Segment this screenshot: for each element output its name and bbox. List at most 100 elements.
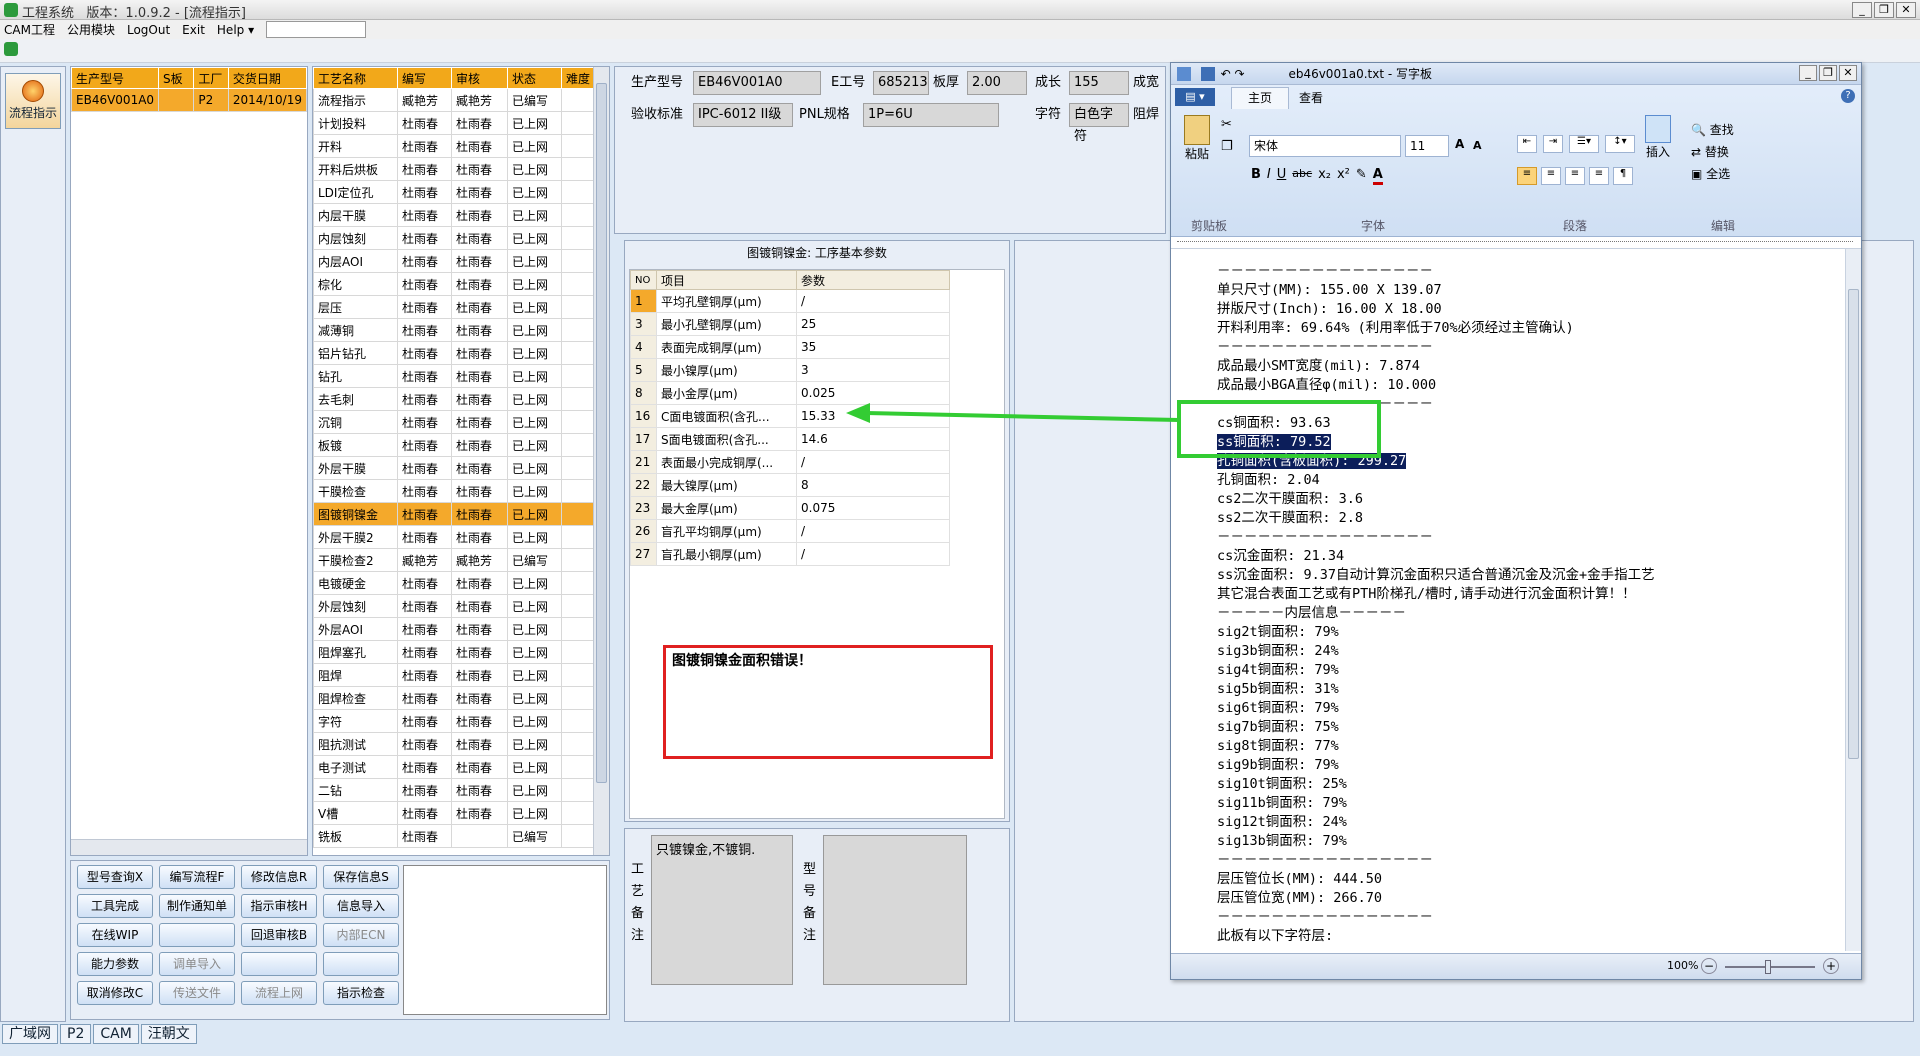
param-row[interactable]: 22 最大镍厚(μm) 8: [630, 473, 950, 497]
menu-logout[interactable]: LogOut: [127, 23, 170, 37]
table-row[interactable]: LDI定位孔 杜雨春 杜雨春 已上网: [313, 180, 595, 204]
subscript-icon[interactable]: x₂: [1318, 167, 1331, 185]
table-row[interactable]: 棕化 杜雨春 杜雨春 已上网: [313, 272, 595, 296]
table-row[interactable]: 减薄铜 杜雨春 杜雨春 已上网: [313, 318, 595, 342]
param-row[interactable]: 23 最大金厚(μm) 0.075: [630, 496, 950, 520]
action-button[interactable]: 指示检查: [323, 981, 399, 1005]
restore-button[interactable]: ❐: [1874, 2, 1894, 18]
font-name-input[interactable]: 宋体: [1249, 135, 1401, 157]
action-button[interactable]: 流程上网: [241, 981, 317, 1005]
param-row[interactable]: 21 表面最小完成铜厚(... /: [630, 450, 950, 474]
col-s[interactable]: S板: [158, 67, 195, 89]
param-row[interactable]: 16 C面电镀面积(含孔... 15.33: [630, 404, 950, 428]
grow-font-icon[interactable]: A: [1455, 137, 1464, 151]
std-field[interactable]: IPC-6012 II级: [693, 103, 793, 127]
table-row[interactable]: 干膜检查2 臧艳芳 臧艳芳 已编写: [313, 548, 595, 572]
table-row[interactable]: 阻抗测试 杜雨春 杜雨春 已上网: [313, 732, 595, 756]
wp-restore-button[interactable]: ❐: [1819, 65, 1837, 81]
action-button[interactable]: [159, 923, 235, 947]
table-row[interactable]: EB46V001A0 P2 2014/10/19: [70, 88, 308, 112]
param-row[interactable]: 8 最小金厚(μm) 0.025: [630, 381, 950, 405]
wp-close-button[interactable]: ✕: [1839, 65, 1857, 81]
find-button[interactable]: 🔍 查找: [1691, 119, 1734, 141]
action-button[interactable]: 能力参数: [77, 952, 153, 976]
action-button[interactable]: 信息导入: [323, 894, 399, 918]
action-button[interactable]: 在线WIP: [77, 923, 153, 947]
table-row[interactable]: 开料后烘板 杜雨春 杜雨春 已上网: [313, 157, 595, 181]
menu-common[interactable]: 公用模块: [67, 21, 115, 38]
action-button[interactable]: 制作通知单: [159, 894, 235, 918]
tab-home[interactable]: 主页: [1231, 87, 1289, 109]
doc-vscrollbar[interactable]: [1845, 249, 1861, 951]
table-row[interactable]: 外层干膜2 杜雨春 杜雨春 已上网: [313, 525, 595, 549]
table-row[interactable]: 阻焊检查 杜雨春 杜雨春 已上网: [313, 686, 595, 710]
select-all-button[interactable]: ▣ 全选: [1691, 163, 1734, 185]
param-row[interactable]: 17 S面电镀面积(含孔... 14.6: [630, 427, 950, 451]
scroll-thumb[interactable]: [596, 83, 607, 783]
table-row[interactable]: 阻焊塞孔 杜雨春 杜雨春 已上网: [313, 640, 595, 664]
zoom-out-icon[interactable]: −: [1701, 958, 1717, 974]
strikethrough-icon[interactable]: abc: [1292, 167, 1312, 185]
menu-cam[interactable]: CAM工程: [4, 21, 55, 38]
action-button[interactable]: 内部ECN: [323, 923, 399, 947]
cut-icon[interactable]: ✂: [1221, 117, 1232, 132]
param-row[interactable]: 3 最小孔壁铜厚(μm) 25: [630, 312, 950, 336]
action-button[interactable]: 型号查询X: [77, 865, 153, 889]
table-row[interactable]: 内层AOI 杜雨春 杜雨春 已上网: [313, 249, 595, 273]
justify-icon[interactable]: ≡: [1589, 167, 1609, 185]
paste-button[interactable]: 粘贴: [1179, 115, 1215, 162]
redo-icon[interactable]: ↷: [1235, 67, 1245, 81]
align-left-icon[interactable]: ≡: [1517, 167, 1537, 185]
process-note-box[interactable]: 只镀镍金,不镀铜.: [651, 835, 793, 985]
line-spacing-icon[interactable]: ↕▾: [1605, 135, 1635, 153]
ruler[interactable]: [1171, 237, 1861, 249]
italic-icon[interactable]: I: [1267, 167, 1271, 185]
table-row[interactable]: 字符 杜雨春 杜雨春 已上网: [313, 709, 595, 733]
col-model[interactable]: 生产型号: [70, 67, 160, 89]
indent-increase-icon[interactable]: ⇥: [1543, 135, 1563, 153]
table-row[interactable]: 沉铜 杜雨春 杜雨春 已上网: [313, 410, 595, 434]
model-hscrollbar[interactable]: [71, 839, 307, 855]
bold-icon[interactable]: B: [1251, 167, 1261, 185]
save-icon[interactable]: [1200, 67, 1215, 81]
wp-minimize-button[interactable]: _: [1799, 65, 1817, 81]
font-color-icon[interactable]: A: [1372, 167, 1383, 185]
table-row[interactable]: 外层蚀刻 杜雨春 杜雨春 已上网: [313, 594, 595, 618]
table-row[interactable]: 图镀铜镍金 杜雨春 杜雨春 已上网: [313, 502, 595, 526]
action-button[interactable]: [241, 952, 317, 976]
action-button[interactable]: 取消修改C: [77, 981, 153, 1005]
action-button[interactable]: 工具完成: [77, 894, 153, 918]
action-button[interactable]: 修改信息R: [241, 865, 317, 889]
table-row[interactable]: 铝片钻孔 杜雨春 杜雨春 已上网: [313, 341, 595, 365]
pnl-field[interactable]: 1P=6U: [863, 103, 999, 127]
document-area[interactable]: －－－－－－－－－－－－－－－－ 单只尺寸(MM): 155.00 X 139.0…: [1171, 249, 1847, 951]
align-center-icon[interactable]: ≡: [1541, 167, 1561, 185]
menu-exit[interactable]: Exit: [182, 23, 205, 37]
table-row[interactable]: 铣板 杜雨春 已编写: [313, 824, 595, 848]
thick-field[interactable]: 2.00: [967, 71, 1027, 95]
prod-field[interactable]: EB46V001A0: [693, 71, 821, 95]
table-row[interactable]: 钻孔 杜雨春 杜雨春 已上网: [313, 364, 595, 388]
action-button[interactable]: 保存信息S: [323, 865, 399, 889]
shrink-font-icon[interactable]: A: [1473, 139, 1482, 152]
col-factory[interactable]: 工厂: [193, 67, 229, 89]
menu-help[interactable]: Help ▾: [217, 23, 254, 37]
minimize-button[interactable]: _: [1852, 2, 1872, 18]
param-row[interactable]: 26 盲孔平均铜厚(μm) /: [630, 519, 950, 543]
nav-flow-button[interactable]: 流程指示: [5, 73, 61, 129]
paragraph-icon[interactable]: ¶: [1613, 167, 1633, 185]
close-button[interactable]: ✕: [1896, 2, 1916, 18]
col-author[interactable]: 编写: [397, 67, 452, 89]
model-note-box[interactable]: [823, 835, 967, 985]
menu-combo[interactable]: [266, 21, 367, 38]
table-row[interactable]: 二钻 杜雨春 杜雨春 已上网: [313, 778, 595, 802]
table-row[interactable]: 内层蚀刻 杜雨春 杜雨春 已上网: [313, 226, 595, 250]
table-row[interactable]: 干膜检查 杜雨春 杜雨春 已上网: [313, 479, 595, 503]
table-row[interactable]: 流程指示 臧艳芳 臧艳芳 已编写: [313, 88, 595, 112]
table-row[interactable]: 阻焊 杜雨春 杜雨春 已上网: [313, 663, 595, 687]
action-button[interactable]: 指示审核H: [241, 894, 317, 918]
col-difficulty[interactable]: 难度: [561, 67, 595, 89]
len-field[interactable]: 155: [1069, 71, 1129, 95]
action-button[interactable]: [323, 952, 399, 976]
col-date[interactable]: 交货日期: [227, 67, 308, 89]
